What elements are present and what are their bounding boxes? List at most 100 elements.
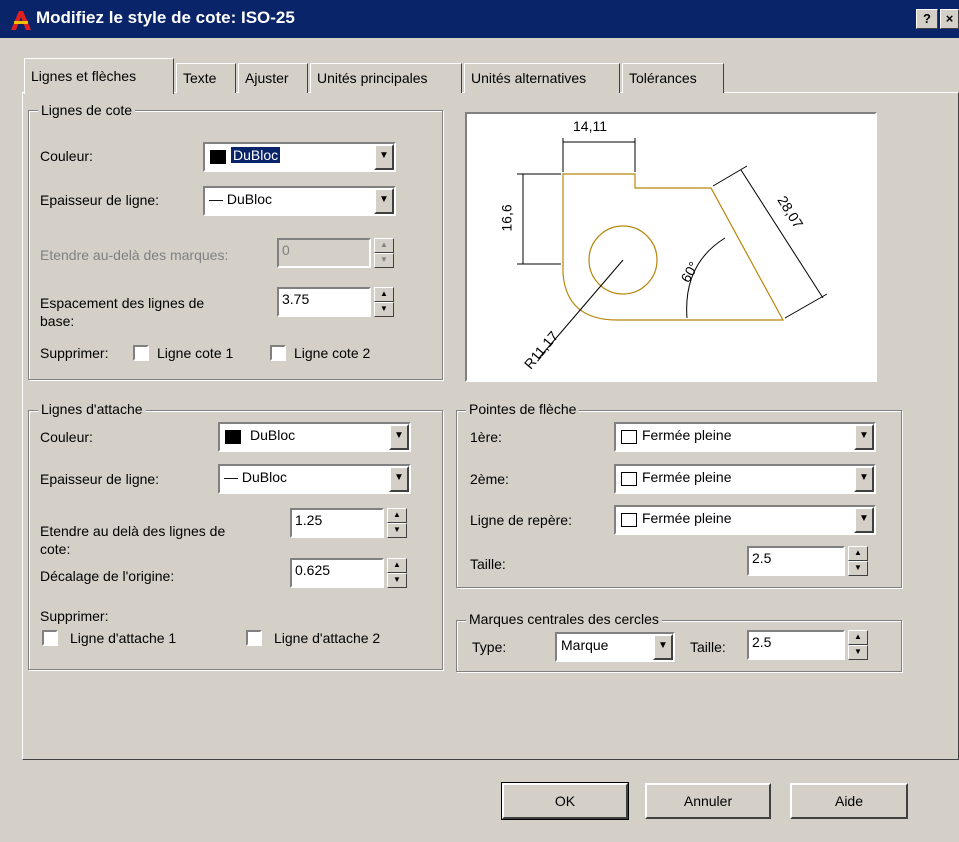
arrow-first-label: 1ère: — [470, 429, 502, 445]
suppress-dim-line-2-label[interactable]: Ligne cote 2 — [294, 345, 370, 361]
tab-texte[interactable]: Texte — [176, 63, 236, 93]
arrow-second-value: Fermée pleine — [642, 469, 732, 485]
ext-offset-spinner[interactable]: ▲ ▼ — [387, 558, 407, 588]
closed-filled-arrow-icon — [621, 513, 637, 527]
dropdown-arrow-icon[interactable]: ▼ — [374, 144, 394, 170]
center-size-value: 2.5 — [752, 634, 772, 650]
center-marks-legend: Marques centrales des cercles — [466, 611, 662, 627]
ext-color-combo[interactable]: DuBloc ▼ — [218, 422, 411, 452]
dropdown-arrow-icon[interactable]: ▼ — [854, 424, 874, 450]
ext-color-label: Couleur: — [40, 429, 93, 445]
help-title-button[interactable]: ? — [916, 9, 938, 29]
dim-lineweight-combo[interactable]: — DuBloc ▼ — [203, 186, 396, 216]
cancel-button[interactable]: Annuler — [645, 783, 771, 819]
ext-offset-value: 0.625 — [295, 562, 331, 578]
suppress-dim-line-2-checkbox[interactable] — [270, 345, 286, 361]
dropdown-arrow-icon[interactable]: ▼ — [854, 466, 874, 492]
spin-down-icon[interactable]: ▼ — [848, 645, 868, 660]
ext-extend-label-1: Etendre au delà des lignes de — [40, 523, 226, 539]
ext-extend-label-2: cote: — [40, 541, 71, 557]
center-type-value: Marque — [561, 637, 609, 653]
arrowheads-legend: Pointes de flèche — [466, 401, 580, 417]
spin-down-icon[interactable]: ▼ — [848, 561, 868, 576]
center-type-label: Type: — [472, 639, 507, 655]
spin-down-icon[interactable]: ▼ — [374, 302, 394, 317]
ext-extend-value: 1.25 — [295, 512, 323, 528]
ext-color-value: DuBloc — [250, 427, 296, 443]
ok-button[interactable]: OK — [501, 782, 629, 820]
spin-up-icon[interactable]: ▲ — [848, 546, 868, 561]
tab-unites-alternatives[interactable]: Unités alternatives — [464, 63, 620, 93]
preview-dim-left: 16,6 — [498, 204, 515, 232]
close-title-button[interactable]: × — [940, 9, 959, 29]
spin-up-icon[interactable]: ▲ — [374, 287, 394, 302]
dim-color-combo[interactable]: DuBloc ▼ — [203, 142, 396, 172]
tab-lignes-et-fleches[interactable]: Lignes et flèches — [24, 58, 174, 94]
tab-unites-principales[interactable]: Unités principales — [310, 63, 462, 93]
window-title: Modifiez le style de cote: ISO-25 — [36, 8, 295, 27]
ext-offset-label: Décalage de l'origine: — [40, 568, 175, 584]
ext-lineweight-value: — DuBloc — [224, 469, 288, 485]
dim-baseline-label-1: Espacement des lignes de — [40, 295, 205, 311]
arrow-first-combo[interactable]: Fermée pleine ▼ — [614, 422, 876, 452]
spin-down-icon[interactable]: ▼ — [387, 523, 407, 538]
dim-baseline-value: 3.75 — [282, 291, 310, 307]
arrow-leader-label: Ligne de repère: — [470, 512, 572, 528]
dim-color-label: Couleur: — [40, 148, 93, 164]
spin-down-icon: ▼ — [374, 253, 394, 268]
tab-ajuster[interactable]: Ajuster — [238, 63, 308, 93]
ext-suppress-label: Supprimer: — [40, 608, 109, 624]
tab-tolerances[interactable]: Tolérances — [622, 63, 724, 93]
arrow-leader-value: Fermée pleine — [642, 510, 732, 526]
spin-up-icon[interactable]: ▲ — [387, 508, 407, 523]
spin-up-icon[interactable]: ▲ — [848, 630, 868, 645]
preview-dim-top: 14,11 — [573, 118, 607, 134]
center-size-spinner[interactable]: ▲ ▼ — [848, 630, 868, 660]
suppress-ext-line-1-label[interactable]: Ligne d'attache 1 — [70, 630, 176, 646]
center-size-input[interactable]: 2.5 — [747, 630, 845, 660]
arrow-leader-combo[interactable]: Fermée pleine ▼ — [614, 505, 876, 535]
dim-lineweight-value: — DuBloc — [209, 191, 273, 207]
arrow-size-value: 2.5 — [752, 550, 772, 566]
arrow-second-label: 2ème: — [470, 471, 509, 487]
ext-lines-legend: Lignes d'attache — [38, 401, 146, 417]
dim-baseline-label-2: base: — [40, 313, 75, 329]
closed-filled-arrow-icon — [621, 430, 637, 444]
suppress-dim-line-1-label[interactable]: Ligne cote 1 — [157, 345, 233, 361]
dim-baseline-spinner[interactable]: ▲ ▼ — [374, 287, 394, 317]
spin-up-icon: ▲ — [374, 238, 394, 253]
dropdown-arrow-icon[interactable]: ▼ — [374, 188, 394, 214]
arrow-size-input[interactable]: 2.5 — [747, 546, 845, 576]
dropdown-arrow-icon[interactable]: ▼ — [653, 634, 673, 660]
dropdown-arrow-icon[interactable]: ▼ — [389, 424, 409, 450]
spin-down-icon[interactable]: ▼ — [387, 573, 407, 588]
spin-up-icon[interactable]: ▲ — [387, 558, 407, 573]
dimension-preview: 14,11 16,6 28,07 60° R11,17 — [465, 112, 877, 382]
ext-extend-input[interactable]: 1.25 — [290, 508, 384, 538]
closed-filled-arrow-icon — [621, 472, 637, 486]
dim-lineweight-label: Epaisseur de ligne: — [40, 192, 160, 208]
ext-lineweight-combo[interactable]: — DuBloc ▼ — [218, 464, 411, 494]
ext-extend-spinner[interactable]: ▲ ▼ — [387, 508, 407, 538]
arrow-first-value: Fermée pleine — [642, 427, 732, 443]
ext-offset-input[interactable]: 0.625 — [290, 558, 384, 588]
dim-extend-spinner: ▲ ▼ — [374, 238, 394, 268]
dim-lines-legend: Lignes de cote — [38, 102, 136, 118]
suppress-ext-line-2-checkbox[interactable] — [246, 630, 262, 646]
ext-lineweight-label: Epaisseur de ligne: — [40, 471, 160, 487]
dropdown-arrow-icon[interactable]: ▼ — [854, 507, 874, 533]
center-type-combo[interactable]: Marque ▼ — [555, 632, 675, 662]
dim-baseline-input[interactable]: 3.75 — [277, 287, 371, 317]
suppress-ext-line-2-label[interactable]: Ligne d'attache 2 — [274, 630, 380, 646]
dim-extend-value: 0 — [282, 242, 290, 258]
dropdown-arrow-icon[interactable]: ▼ — [389, 466, 409, 492]
suppress-ext-line-1-checkbox[interactable] — [42, 630, 58, 646]
arrow-size-spinner[interactable]: ▲ ▼ — [848, 546, 868, 576]
suppress-dim-line-1-checkbox[interactable] — [133, 345, 149, 361]
autocad-app-icon — [11, 11, 31, 30]
arrow-size-label: Taille: — [470, 556, 506, 572]
color-swatch — [225, 430, 241, 444]
part-outline-shape — [562, 173, 785, 321]
arrow-second-combo[interactable]: Fermée pleine ▼ — [614, 464, 876, 494]
help-button[interactable]: Aide — [790, 783, 908, 819]
